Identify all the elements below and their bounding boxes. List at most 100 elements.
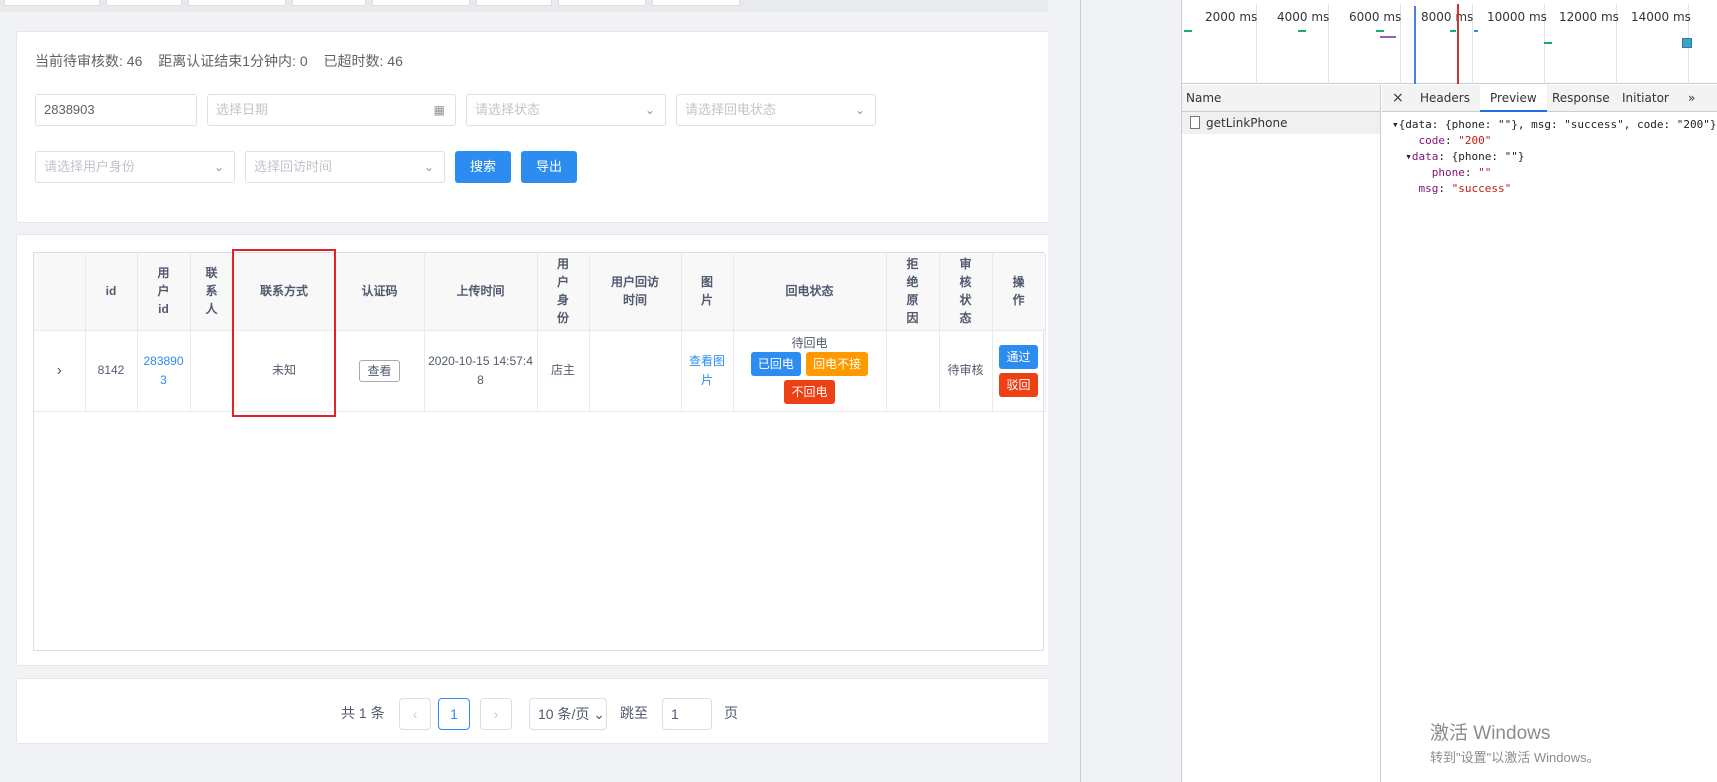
next-page-button[interactable]: ›: [480, 698, 512, 730]
collapse-toggle-icon[interactable]: ▾: [1392, 118, 1399, 131]
visit-time-placeholder: 选择回访时间: [254, 159, 333, 174]
col-audit-status: 审核状态: [939, 253, 993, 331]
tab-initiator[interactable]: Initiator: [1614, 85, 1677, 112]
cell-contact-name: [190, 330, 234, 412]
col-contact-name: 联系人: [190, 253, 234, 331]
page-size-select[interactable]: 10 条/页 ⌄: [529, 698, 607, 730]
more-tabs-icon[interactable]: »: [1688, 85, 1695, 112]
chevron-down-icon: ⌄: [854, 103, 865, 117]
close-icon[interactable]: ×: [1392, 85, 1406, 112]
status-placeholder: 请选择状态: [475, 102, 541, 117]
status-select[interactable]: 请选择状态 ⌄: [466, 94, 666, 126]
id-search-input[interactable]: 2838903: [35, 94, 197, 126]
table-panel: id 用户id 联系人 联系方式 认证码 上传时间 用户身份 用户回访时间 图片…: [16, 234, 1062, 666]
filter-panel: 当前待审核数: 46 距离认证结束1分钟内: 0 已超时数: 46 283890…: [16, 31, 1062, 223]
tick-label: 6000 ms: [1349, 10, 1402, 24]
col-upload-time: 上传时间: [424, 253, 538, 331]
activation-watermark: 激活 Windows 转到"设置"以激活 Windows。: [1430, 718, 1600, 766]
view-image-link[interactable]: 查看图片: [687, 352, 727, 390]
col-expand: [34, 253, 86, 331]
watermark-subtitle: 转到"设置"以激活 Windows。: [1430, 750, 1600, 765]
col-callback-status: 回电状态: [733, 253, 887, 331]
table-header-row: id 用户id 联系人 联系方式 认证码 上传时间 用户身份 用户回访时间 图片…: [34, 253, 1046, 331]
page-1-button[interactable]: 1: [438, 698, 470, 730]
cell-upload-time: 2020-10-15 14:57:48: [424, 330, 538, 412]
cell-actions: 通过 驳回: [992, 330, 1046, 412]
collapse-toggle-icon[interactable]: ▾: [1405, 150, 1412, 163]
view-auth-code-button[interactable]: 查看: [359, 359, 400, 382]
watermark-title: 激活 Windows: [1430, 723, 1551, 744]
tab[interactable]: [188, 0, 286, 6]
tab[interactable]: [558, 0, 646, 6]
pass-button[interactable]: 通过: [999, 344, 1038, 369]
request-detail: × Headers Preview Response Initiator » ▾…: [1382, 85, 1717, 782]
tab[interactable]: [476, 0, 552, 6]
prev-page-button[interactable]: ‹: [399, 698, 431, 730]
reject-button[interactable]: 驳回: [999, 372, 1038, 397]
search-button[interactable]: 搜索: [455, 151, 511, 183]
tab[interactable]: [4, 0, 100, 6]
audit-summary: 当前待审核数: 46 距离认证结束1分钟内: 0 已超时数: 46: [35, 51, 415, 71]
request-row[interactable]: getLinkPhone: [1182, 112, 1380, 134]
cell-callback-status: 待回电 已回电 回电不接 不回电: [733, 330, 887, 412]
json-value-msg: "success": [1451, 182, 1512, 195]
cell-audit-status: 待审核: [939, 330, 993, 412]
col-auth-code: 认证码: [335, 253, 425, 331]
cell-identity: 店主: [537, 330, 590, 412]
cell-reject-reason: [886, 330, 940, 412]
json-value-code: "200": [1458, 134, 1492, 147]
tick-label: 14000 ms: [1631, 10, 1691, 24]
tick-label: 4000 ms: [1277, 10, 1330, 24]
col-actions: 操作: [992, 253, 1046, 331]
tab-headers[interactable]: Headers: [1412, 85, 1478, 112]
identity-placeholder: 请选择用户身份: [44, 159, 136, 174]
no-answer-button[interactable]: 回电不接: [806, 351, 869, 376]
json-key-phone: phone: [1431, 166, 1465, 179]
callback-status-text: 待回电: [791, 335, 828, 350]
total-count: 共 1 条: [341, 705, 385, 721]
table-row: › 8142 2838903 未知 查看 2020-10-15 14:57:48…: [34, 330, 1046, 412]
calendar-icon: ▦: [433, 103, 445, 117]
expand-row-icon[interactable]: ›: [34, 330, 86, 412]
tab[interactable]: [652, 0, 740, 6]
tab-response[interactable]: Response: [1544, 85, 1618, 112]
cell-user-id[interactable]: 2838903: [137, 330, 191, 412]
tick-label: 12000 ms: [1559, 10, 1619, 24]
tab[interactable]: [372, 0, 470, 6]
tab[interactable]: [106, 0, 182, 6]
col-visit-time: 用户回访时间: [589, 253, 682, 331]
tab[interactable]: [292, 0, 366, 6]
date-picker[interactable]: 选择日期 ▦: [207, 94, 456, 126]
pending-count: 当前待审核数: 46: [35, 53, 143, 69]
chevron-down-icon: ⌄: [644, 103, 655, 117]
tab-preview[interactable]: Preview: [1480, 85, 1547, 112]
pagination: 共 1 条 ‹ 1 › 10 条/页 ⌄ 跳至 1 页: [16, 678, 1062, 744]
export-button[interactable]: 导出: [521, 151, 577, 183]
audit-table: id 用户id 联系人 联系方式 认证码 上传时间 用户身份 用户回访时间 图片…: [33, 252, 1046, 651]
cell-auth-code: 查看: [335, 330, 425, 412]
page-suffix: 页: [724, 705, 738, 721]
col-user-id: 用户id: [137, 253, 191, 331]
panel-divider: [1080, 0, 1081, 782]
gutter: [1048, 0, 1080, 782]
visit-time-select[interactable]: 选择回访时间 ⌄: [245, 151, 445, 183]
tick-label: 2000 ms: [1205, 10, 1258, 24]
json-summary: {data: {phone: ""}, msg: "success", code…: [1398, 118, 1717, 131]
json-key-data: data: [1411, 150, 1439, 163]
json-preview: ▾{data: {phone: ""}, msg: "success", cod…: [1392, 118, 1717, 195]
contact-method-highlight: [232, 249, 336, 417]
date-placeholder: 选择日期: [216, 102, 269, 117]
within-minute-count: 距离认证结束1分钟内: 0: [158, 53, 308, 69]
callback-status-select[interactable]: 请选择回电状态 ⌄: [676, 94, 876, 126]
name-column-header[interactable]: Name: [1182, 85, 1380, 112]
overdue-count: 已超时数: 46: [323, 53, 403, 69]
not-called-button[interactable]: 不回电: [784, 379, 835, 404]
col-reject-reason: 拒绝原因: [886, 253, 940, 331]
called-button[interactable]: 已回电: [750, 351, 801, 376]
col-image: 图片: [681, 253, 734, 331]
jump-page-input[interactable]: 1: [662, 698, 712, 730]
col-id: id: [85, 253, 138, 331]
col-identity: 用户身份: [537, 253, 590, 331]
json-key-code: code: [1418, 134, 1446, 147]
identity-select[interactable]: 请选择用户身份 ⌄: [35, 151, 235, 183]
